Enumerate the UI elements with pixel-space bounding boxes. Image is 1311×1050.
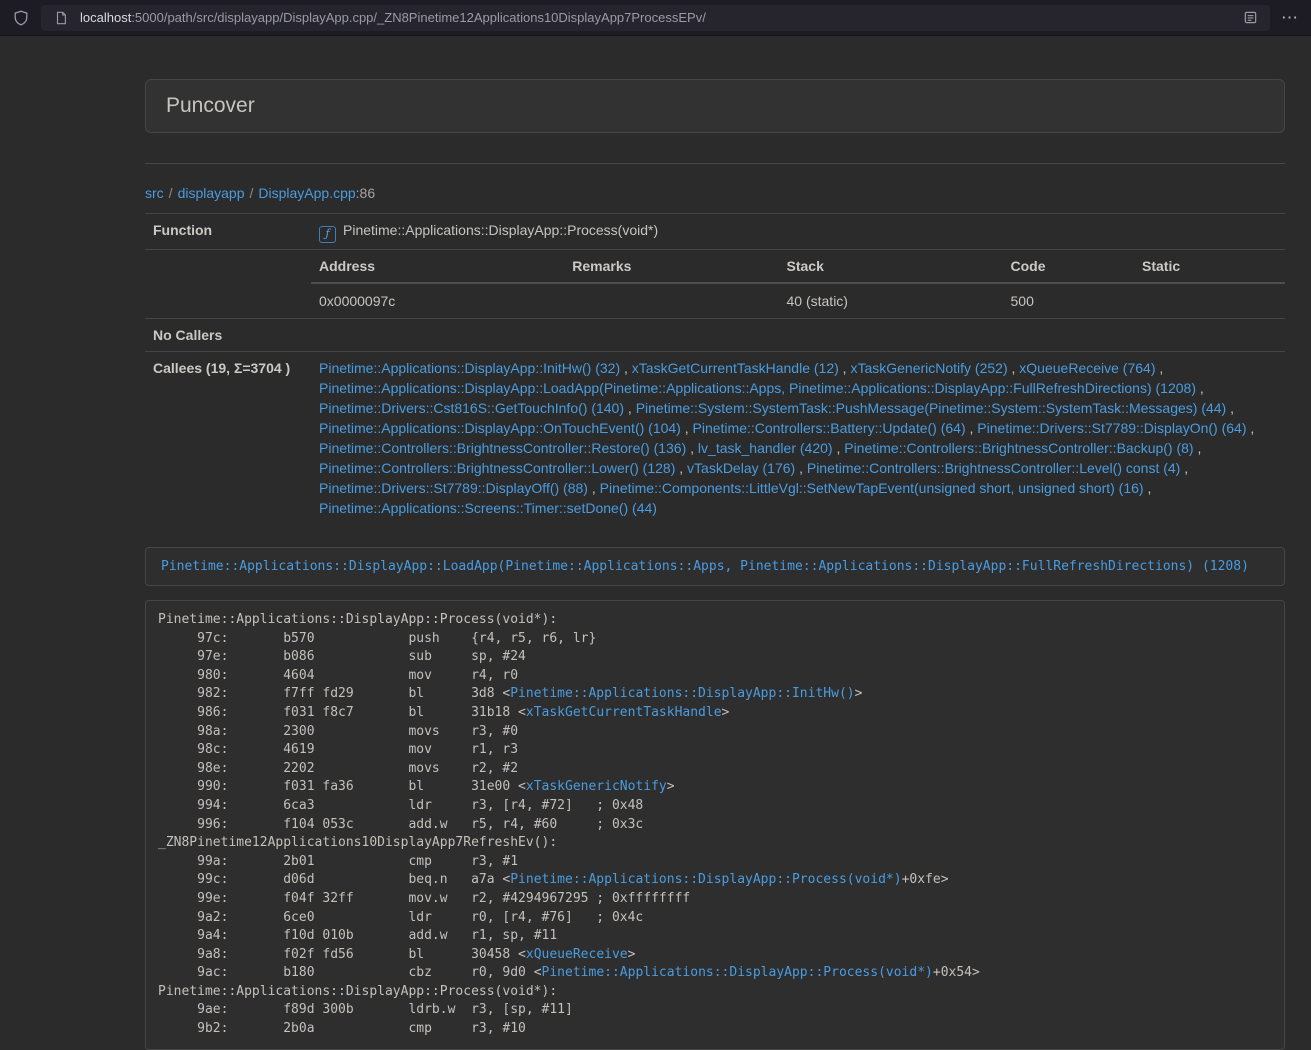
callee-link[interactable]: xTaskGetCurrentTaskHandle (12) bbox=[632, 360, 839, 376]
stack-value: 40 (static) bbox=[779, 283, 1003, 318]
callee-link[interactable]: Pinetime::Applications::DisplayApp::OnTo… bbox=[319, 420, 681, 436]
callee-link[interactable]: Pinetime::System::SystemTask::PushMessag… bbox=[636, 400, 1227, 416]
url-path: :5000/path/src/displayapp/DisplayApp.cpp… bbox=[131, 10, 706, 25]
breadcrumb-line-number: :86 bbox=[356, 185, 375, 201]
code-value: 500 bbox=[1003, 283, 1134, 318]
callee-link[interactable]: Pinetime::Drivers::St7789::DisplayOff() … bbox=[319, 480, 588, 496]
function-name: Pinetime::Applications::DisplayApp::Proc… bbox=[343, 222, 658, 238]
app-title: Puncover bbox=[166, 93, 1264, 119]
breadcrumb: src/displayapp/DisplayApp.cpp:86 bbox=[145, 185, 1285, 201]
column-header-code: Code bbox=[1003, 250, 1134, 283]
callees-row: Callees (19, Σ=3704 ) Pinetime::Applicat… bbox=[145, 352, 1285, 525]
callee-link[interactable]: vTaskDelay (176) bbox=[687, 460, 795, 476]
metrics-row: Address Remarks Stack Code Static 0x0000… bbox=[145, 250, 1285, 319]
breadcrumb-separator: / bbox=[250, 185, 254, 201]
disassembly-code: Pinetime::Applications::DisplayApp::Proc… bbox=[158, 611, 1272, 1039]
callee-link[interactable]: Pinetime::Components::LittleVgl::SetNewT… bbox=[600, 480, 1144, 496]
page-header: Puncover bbox=[145, 79, 1285, 133]
no-callers-row: No Callers bbox=[145, 319, 1285, 352]
browser-toolbar: localhost:5000/path/src/displayapp/Displ… bbox=[0, 0, 1311, 36]
shield-icon[interactable] bbox=[10, 7, 32, 29]
callee-link[interactable]: Pinetime::Drivers::St7789::DisplayOn() (… bbox=[977, 420, 1246, 436]
code-symbol-link[interactable]: xTaskGenericNotify bbox=[526, 779, 667, 794]
metrics-header-row: Address Remarks Stack Code Static bbox=[311, 250, 1285, 283]
breadcrumb-src-link[interactable]: src bbox=[145, 185, 164, 201]
code-symbol-link[interactable]: xQueueReceive bbox=[526, 947, 628, 962]
page-container: Puncover src/displayapp/DisplayApp.cpp:8… bbox=[145, 79, 1285, 1050]
code-symbol-link[interactable]: Pinetime::Applications::DisplayApp::Proc… bbox=[510, 872, 901, 887]
callee-link[interactable]: xQueueReceive (764) bbox=[1019, 360, 1155, 376]
no-callers-label: No Callers bbox=[145, 319, 311, 352]
menu-icon[interactable]: ⋯ bbox=[1279, 7, 1301, 29]
symbol-panel: Pinetime::Applications::DisplayApp::Load… bbox=[145, 547, 1285, 586]
reader-view-icon[interactable] bbox=[1239, 7, 1261, 29]
callee-link[interactable]: Pinetime::Controllers::BrightnessControl… bbox=[319, 460, 675, 476]
code-symbol-link[interactable]: Pinetime::Applications::DisplayApp::Init… bbox=[510, 686, 854, 701]
function-table: Function ƒPinetime::Applications::Displa… bbox=[145, 213, 1285, 524]
callees-list: Pinetime::Applications::DisplayApp::Init… bbox=[319, 358, 1277, 518]
callee-link[interactable]: Pinetime::Drivers::Cst816S::GetTouchInfo… bbox=[319, 400, 624, 416]
column-header-address: Address bbox=[311, 250, 564, 283]
function-row: Function ƒ Pinetime::Applications::Displa… bbox=[145, 214, 1285, 250]
callee-link[interactable]: Pinetime::Applications::DisplayApp::Init… bbox=[319, 360, 620, 376]
metrics-row-spacer bbox=[145, 250, 311, 319]
callee-link[interactable]: xTaskGenericNotify (252) bbox=[850, 360, 1007, 376]
url-text[interactable]: localhost:5000/path/src/displayapp/Displ… bbox=[80, 10, 1231, 25]
column-header-remarks: Remarks bbox=[564, 250, 778, 283]
callee-link[interactable]: Pinetime::Applications::DisplayApp::Load… bbox=[319, 380, 1196, 396]
breadcrumb-displayapp-link[interactable]: displayapp bbox=[178, 185, 245, 201]
remarks-value bbox=[564, 283, 778, 318]
divider bbox=[145, 163, 1285, 164]
code-symbol-link[interactable]: Pinetime::Applications::DisplayApp::Proc… bbox=[542, 965, 933, 980]
column-header-stack: Stack bbox=[779, 250, 1003, 283]
column-header-static: Static bbox=[1134, 250, 1285, 283]
callee-link[interactable]: Pinetime::Applications::Screens::Timer::… bbox=[319, 500, 657, 516]
metrics-table: Address Remarks Stack Code Static 0x0000… bbox=[311, 250, 1285, 318]
page-icon[interactable] bbox=[50, 7, 72, 29]
breadcrumb-file-link[interactable]: DisplayApp.cpp bbox=[258, 185, 355, 201]
callee-link[interactable]: Pinetime::Controllers::BrightnessControl… bbox=[807, 460, 1180, 476]
url-host: localhost bbox=[80, 10, 131, 25]
callee-link[interactable]: Pinetime::Controllers::BrightnessControl… bbox=[319, 440, 686, 456]
function-type-icon: ƒ bbox=[319, 226, 336, 243]
breadcrumb-separator: / bbox=[169, 185, 173, 201]
function-label: Function bbox=[145, 214, 311, 250]
callees-label: Callees (19, Σ=3704 ) bbox=[145, 352, 311, 525]
metrics-value-row: 0x0000097c 40 (static) 500 bbox=[311, 283, 1285, 318]
disassembly-panel: Pinetime::Applications::DisplayApp::Proc… bbox=[145, 600, 1285, 1050]
callee-link[interactable]: lv_task_handler (420) bbox=[698, 440, 833, 456]
callee-link[interactable]: Pinetime::Controllers::BrightnessControl… bbox=[844, 440, 1193, 456]
url-bar[interactable]: localhost:5000/path/src/displayapp/Displ… bbox=[41, 5, 1270, 31]
static-value bbox=[1134, 283, 1285, 318]
symbol-heading-link[interactable]: Pinetime::Applications::DisplayApp::Load… bbox=[161, 559, 1249, 574]
address-value: 0x0000097c bbox=[311, 283, 564, 318]
callee-link[interactable]: Pinetime::Controllers::Battery::Update()… bbox=[693, 420, 966, 436]
code-symbol-link[interactable]: xTaskGetCurrentTaskHandle bbox=[526, 705, 722, 720]
